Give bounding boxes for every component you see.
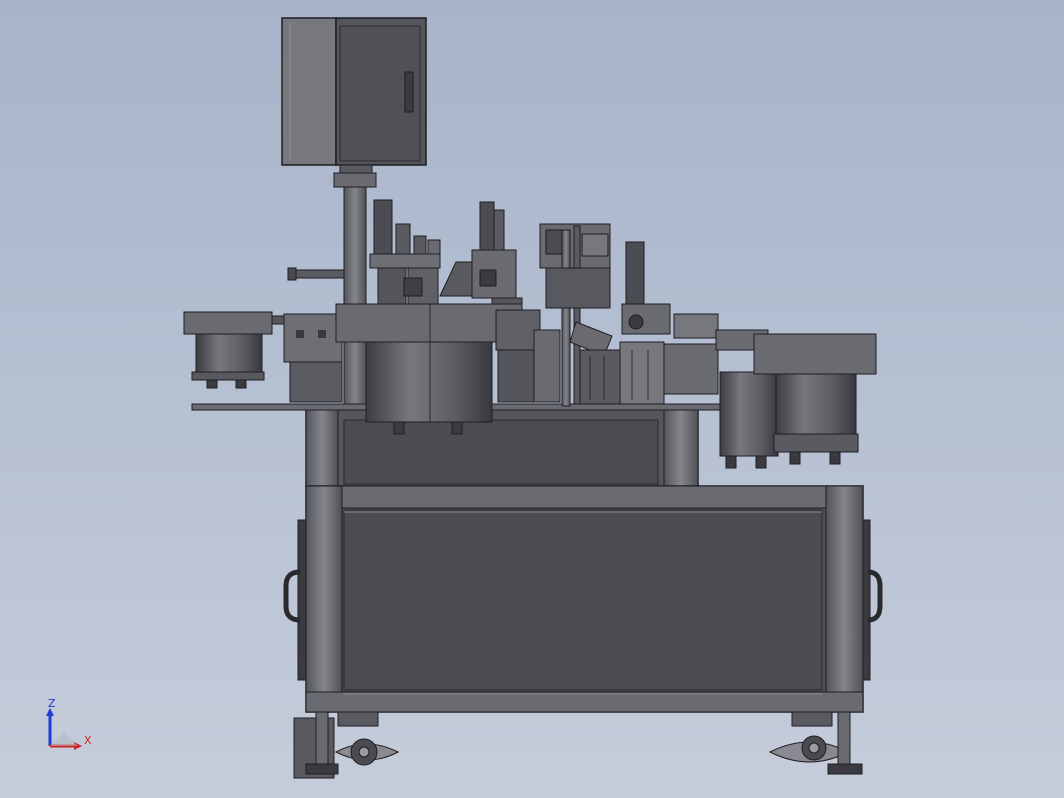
feeder-bowl-left	[183, 311, 295, 389]
control-cabinet	[281, 17, 427, 166]
cabinet-handle	[404, 71, 414, 113]
foot-left	[293, 711, 339, 779]
foot-right	[827, 711, 863, 775]
assembly-machine-model[interactable]	[0, 0, 1064, 798]
x-axis-label: X	[84, 734, 92, 747]
side-handle-left	[283, 519, 307, 681]
linear-feeder-left	[283, 313, 343, 403]
pick-place-module-left	[369, 199, 441, 305]
cad-viewport[interactable]: Z X	[0, 0, 1064, 798]
caster-wheel-left	[334, 711, 400, 766]
press-module-center	[439, 201, 523, 305]
feeder-bowl-right-rear	[719, 371, 779, 469]
side-handle-right	[862, 519, 883, 681]
z-axis-label: Z	[48, 697, 56, 710]
y-axis-plane	[50, 732, 78, 746]
cylinder-module-right	[621, 241, 719, 339]
machine-base-frame	[305, 407, 864, 713]
axis-triad: Z X	[46, 697, 92, 750]
caster-wheel-right	[768, 711, 850, 763]
